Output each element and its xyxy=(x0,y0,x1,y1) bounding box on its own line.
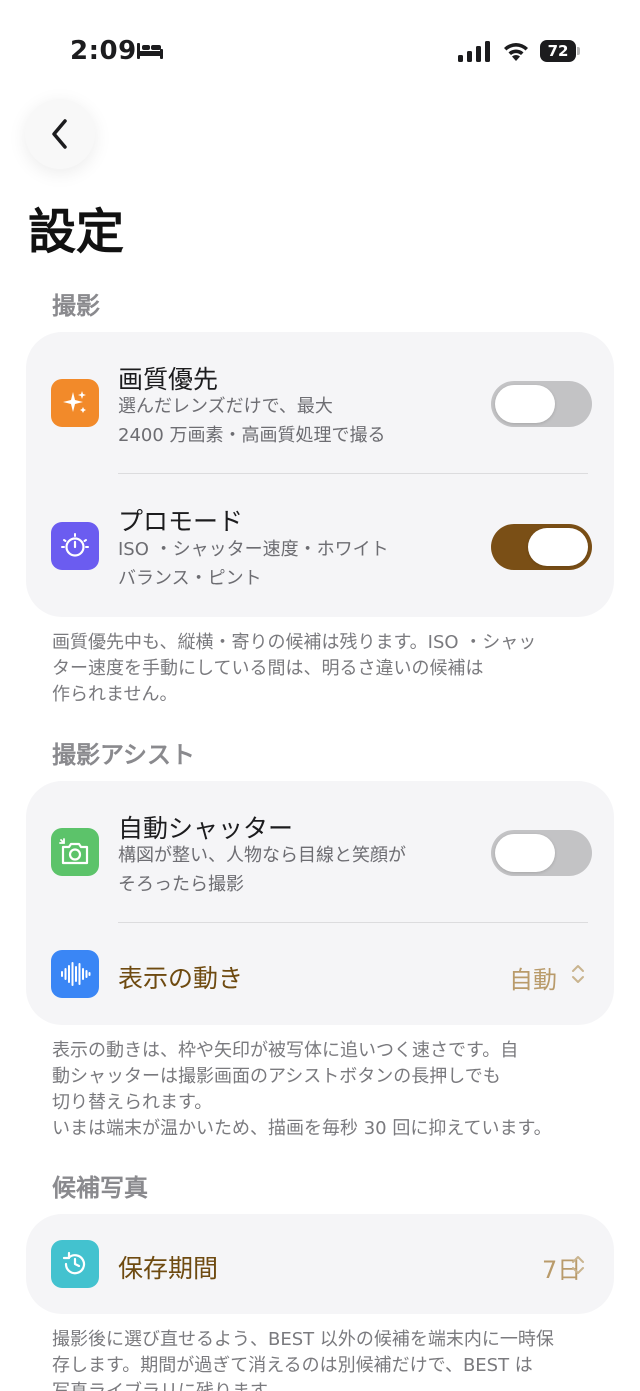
note-line: 存します。期間が過ぎて消えるのは別候補だけで、BEST は xyxy=(52,1355,533,1376)
back-button[interactable] xyxy=(25,99,95,169)
battery-icon: 72 xyxy=(540,40,580,62)
note-line: 表示の動きは、枠や矢印が被写体に追いつく速さです。自 xyxy=(52,1040,519,1061)
signal-icon xyxy=(458,41,490,62)
retention-row[interactable]: 保存期間 7日 xyxy=(26,1214,614,1314)
battery-level: 72 xyxy=(547,42,569,60)
timer-icon xyxy=(51,522,99,570)
section-header-assist: 撮影アシスト xyxy=(52,741,196,769)
chevron-updown-icon xyxy=(572,1256,584,1274)
assist-card: 自動シャッター 構図が整い、人物なら目線と笑顔が そろったら撮影 表示の動き 自… xyxy=(26,781,614,1025)
pro-desc-line1: ISO ・シャッター速度・ホワイト xyxy=(118,539,389,560)
quality-title: 画質優先 xyxy=(118,365,219,394)
motion-title: 表示の動き xyxy=(118,964,244,993)
shooting-card: 画質優先 選んだレンズだけで、最大 2400 万画素・高画質処理で撮る プロモー… xyxy=(26,332,614,617)
note-line: 作られません。 xyxy=(52,684,178,705)
auto-shutter-desc-line1: 構図が整い、人物なら目線と笑顔が xyxy=(118,845,406,866)
quality-desc-line2: 2400 万画素・高画質処理で撮る xyxy=(118,425,386,446)
pro-title: プロモード xyxy=(118,507,244,536)
status-bar: 2:09 72 xyxy=(0,0,640,100)
divider xyxy=(118,473,588,474)
sparkles-icon xyxy=(51,379,99,427)
bed-icon xyxy=(137,43,163,59)
candidates-note: 撮影後に選び直せるよう、BEST 以外の候補を端末内に一時保 存します。期間が過… xyxy=(52,1327,554,1391)
section-header-shooting: 撮影 xyxy=(52,292,100,320)
retention-title: 保存期間 xyxy=(118,1254,219,1283)
status-time: 2:09 xyxy=(70,36,137,66)
auto-shutter-title: 自動シャッター xyxy=(118,814,294,843)
motion-row[interactable]: 表示の動き 自動 xyxy=(26,923,614,1025)
candidates-card: 保存期間 7日 xyxy=(26,1214,614,1314)
section-header-candidates: 候補写真 xyxy=(52,1174,148,1202)
quality-toggle[interactable] xyxy=(491,381,592,427)
shooting-note: 画質優先中も、縦横・寄りの候補は残ります。ISO ・シャッ ター速度を手動にして… xyxy=(52,630,536,708)
pro-toggle[interactable] xyxy=(491,524,592,570)
note-line: 動シャッターは撮影画面のアシストボタンの長押しでも xyxy=(52,1066,501,1087)
motion-value: 自動 xyxy=(509,966,557,994)
waveform-icon xyxy=(51,950,99,998)
note-line: 画質優先中も、縦横・寄りの候補は残ります。ISO ・シャッ xyxy=(52,632,537,653)
chevron-left-icon xyxy=(52,119,67,149)
wifi-icon xyxy=(504,43,528,61)
quality-desc-line1: 選んだレンズだけで、最大 xyxy=(118,396,333,417)
note-line: 写真ライブラリに残ります。 xyxy=(52,1379,554,1391)
history-icon xyxy=(51,1240,99,1288)
camera-icon xyxy=(51,828,99,876)
note-line: ター速度を手動にしている間は、明るさ違いの候補は xyxy=(52,658,484,679)
pro-desc-line2: バランス・ピント xyxy=(118,568,262,589)
note-line: 切り替えられます。 xyxy=(52,1092,213,1113)
note-line: いまは端末が温かいため、描画を毎秒 30 回に抑えています。 xyxy=(52,1118,552,1139)
chevron-updown-icon xyxy=(572,965,584,983)
auto-shutter-desc-line2: そろったら撮影 xyxy=(118,874,244,895)
auto-shutter-toggle[interactable] xyxy=(491,830,592,876)
note-line: 撮影後に選び直せるよう、BEST 以外の候補を端末内に一時保 xyxy=(52,1329,554,1350)
page-title: 設定 xyxy=(28,204,125,260)
assist-note: 表示の動きは、枠や矢印が被写体に追いつく速さです。自 動シャッターは撮影画面のア… xyxy=(52,1038,552,1142)
